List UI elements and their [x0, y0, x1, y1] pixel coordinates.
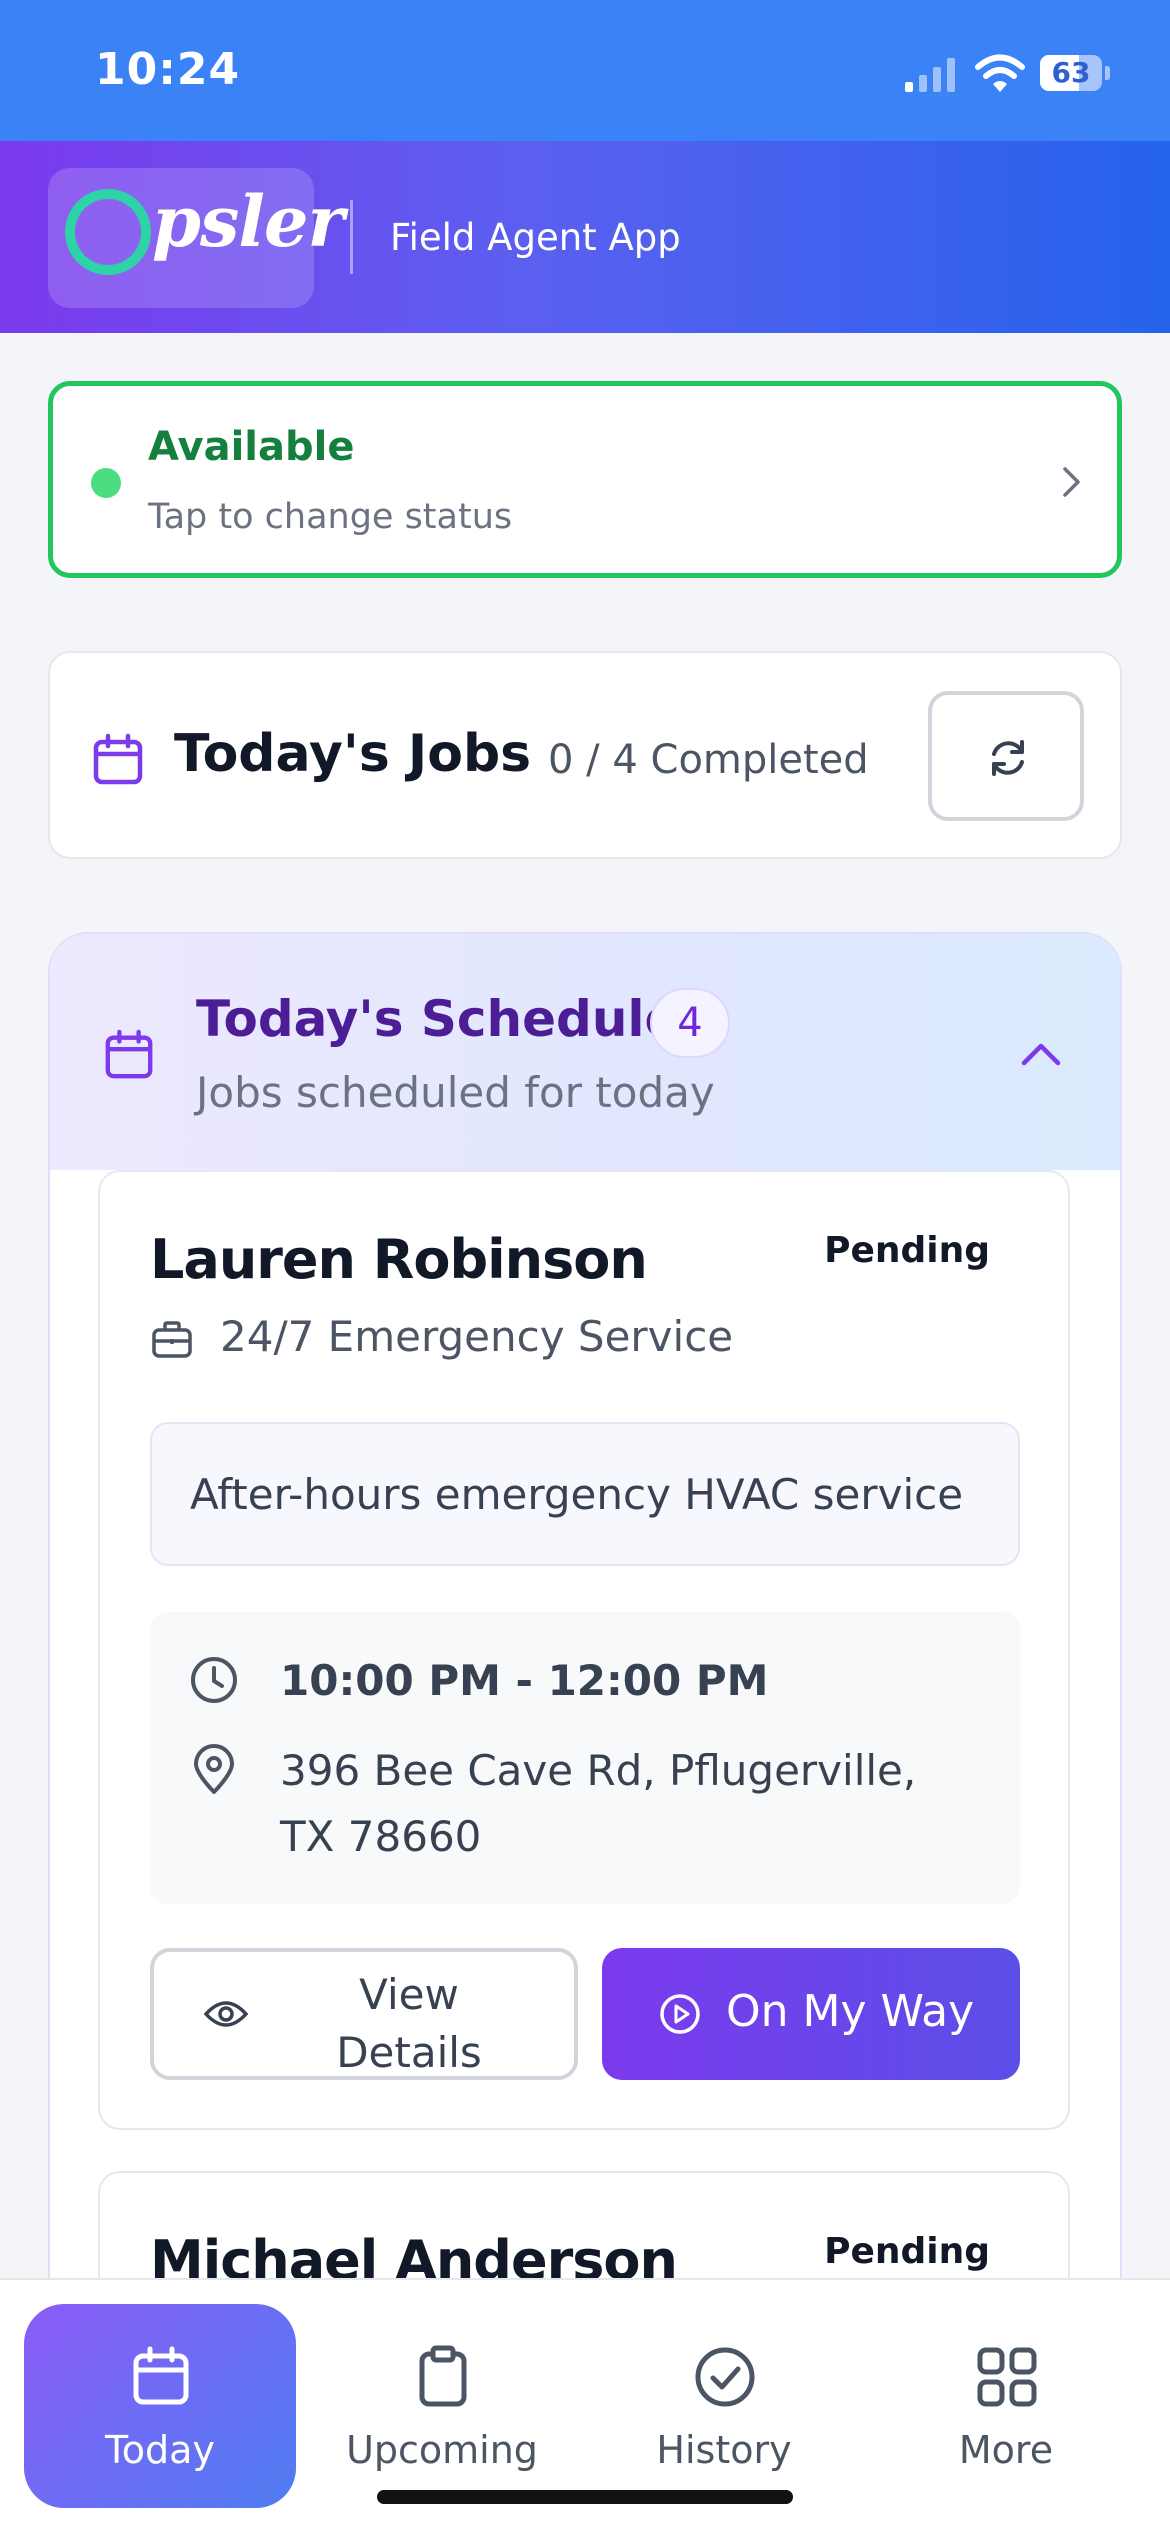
job-time-window: 10:00 PM - 12:00 PM: [280, 1656, 769, 1705]
schedule-count-badge: 4: [650, 988, 730, 1058]
battery-level: 63: [1051, 56, 1091, 89]
header-subtitle: Field Agent App: [390, 216, 681, 259]
on-my-way-label: On My Way: [726, 1986, 975, 2037]
job-info-box: 10:00 PM - 12:00 PM 396 Bee Cave Rd, Pfl…: [150, 1612, 1020, 1904]
availability-title: Available: [148, 424, 355, 470]
logo-text: psler: [152, 180, 344, 263]
screen: 10:24 63 psler Field Agent App Available…: [0, 0, 1170, 2532]
availability-subtitle: Tap to change status: [148, 497, 513, 537]
schedule-subtitle: Jobs scheduled for today: [196, 1068, 715, 1117]
nav-item-more[interactable]: More: [870, 2304, 1142, 2508]
status-bar: 10:24 63: [0, 0, 1170, 141]
home-indicator: [377, 2490, 793, 2504]
clipboard-icon: [419, 2345, 467, 2407]
clock-icon: [191, 1657, 237, 1703]
grid-icon: [977, 2347, 1037, 2407]
schedule-title: Today's Schedule: [196, 990, 679, 1048]
status-dot: [91, 468, 121, 498]
logo-ring-icon: [65, 189, 151, 275]
availability-status-card[interactable]: Available Tap to change status: [48, 381, 1122, 578]
job-status-badge: Pending: [824, 1230, 990, 1271]
briefcase-icon: [152, 1321, 192, 1358]
map-pin-icon: [194, 1744, 234, 1794]
nav-label: History: [656, 2428, 792, 2472]
battery-icon: 63: [1040, 55, 1102, 91]
nav-item-upcoming[interactable]: Upcoming: [306, 2304, 578, 2508]
schedule-header[interactable]: Today's Schedule 4 Jobs scheduled for to…: [50, 934, 1120, 1170]
nav-item-today[interactable]: Today: [24, 2304, 296, 2508]
calendar-icon: [133, 2346, 189, 2405]
job-service-type: 24/7 Emergency Service: [220, 1312, 734, 1361]
header-divider: [350, 200, 353, 274]
nav-label: Upcoming: [346, 2428, 538, 2472]
status-time: 10:24: [95, 44, 241, 95]
app-logo: psler: [48, 168, 344, 308]
refresh-button[interactable]: [928, 691, 1084, 821]
play-circle-icon: [660, 1994, 700, 2034]
chevron-right-icon: [1063, 467, 1080, 497]
eye-icon: [204, 2001, 248, 2027]
nav-label: More: [958, 2428, 1054, 2472]
job-customer-name: Lauren Robinson: [150, 1228, 648, 1291]
todays-jobs-card: Today's Jobs 0 / 4 Completed: [48, 651, 1122, 859]
job-status-badge: Pending: [824, 2231, 990, 2272]
wifi-icon: [975, 54, 1025, 92]
chevron-up-icon[interactable]: [1016, 1030, 1066, 1080]
view-details-button[interactable]: View Details: [150, 1948, 578, 2080]
job-description: After-hours emergency HVAC service: [190, 1470, 964, 1519]
check-circle-icon: [695, 2347, 755, 2407]
nav-item-history[interactable]: History: [588, 2304, 860, 2508]
on-my-way-button[interactable]: On My Way: [602, 1948, 1020, 2080]
calendar-icon: [105, 1029, 153, 1079]
job-card[interactable]: Lauren Robinson Pending 24/7 Emergency S…: [98, 1170, 1070, 2130]
todays-jobs-title: Today's Jobs: [174, 724, 532, 784]
jobs-completed-count: 0 / 4 Completed: [548, 737, 869, 783]
nav-label: Today: [105, 2428, 215, 2472]
signal-icon: [905, 58, 955, 92]
refresh-icon: [992, 740, 1024, 776]
job-address: 396 Bee Cave Rd, Pflugerville, TX 78660: [280, 1746, 917, 1861]
calendar-icon: [93, 733, 143, 785]
job-description-box: After-hours emergency HVAC service: [150, 1422, 1020, 1566]
app-header: psler Field Agent App: [0, 141, 1170, 333]
view-details-label: View Details: [336, 1970, 482, 2077]
